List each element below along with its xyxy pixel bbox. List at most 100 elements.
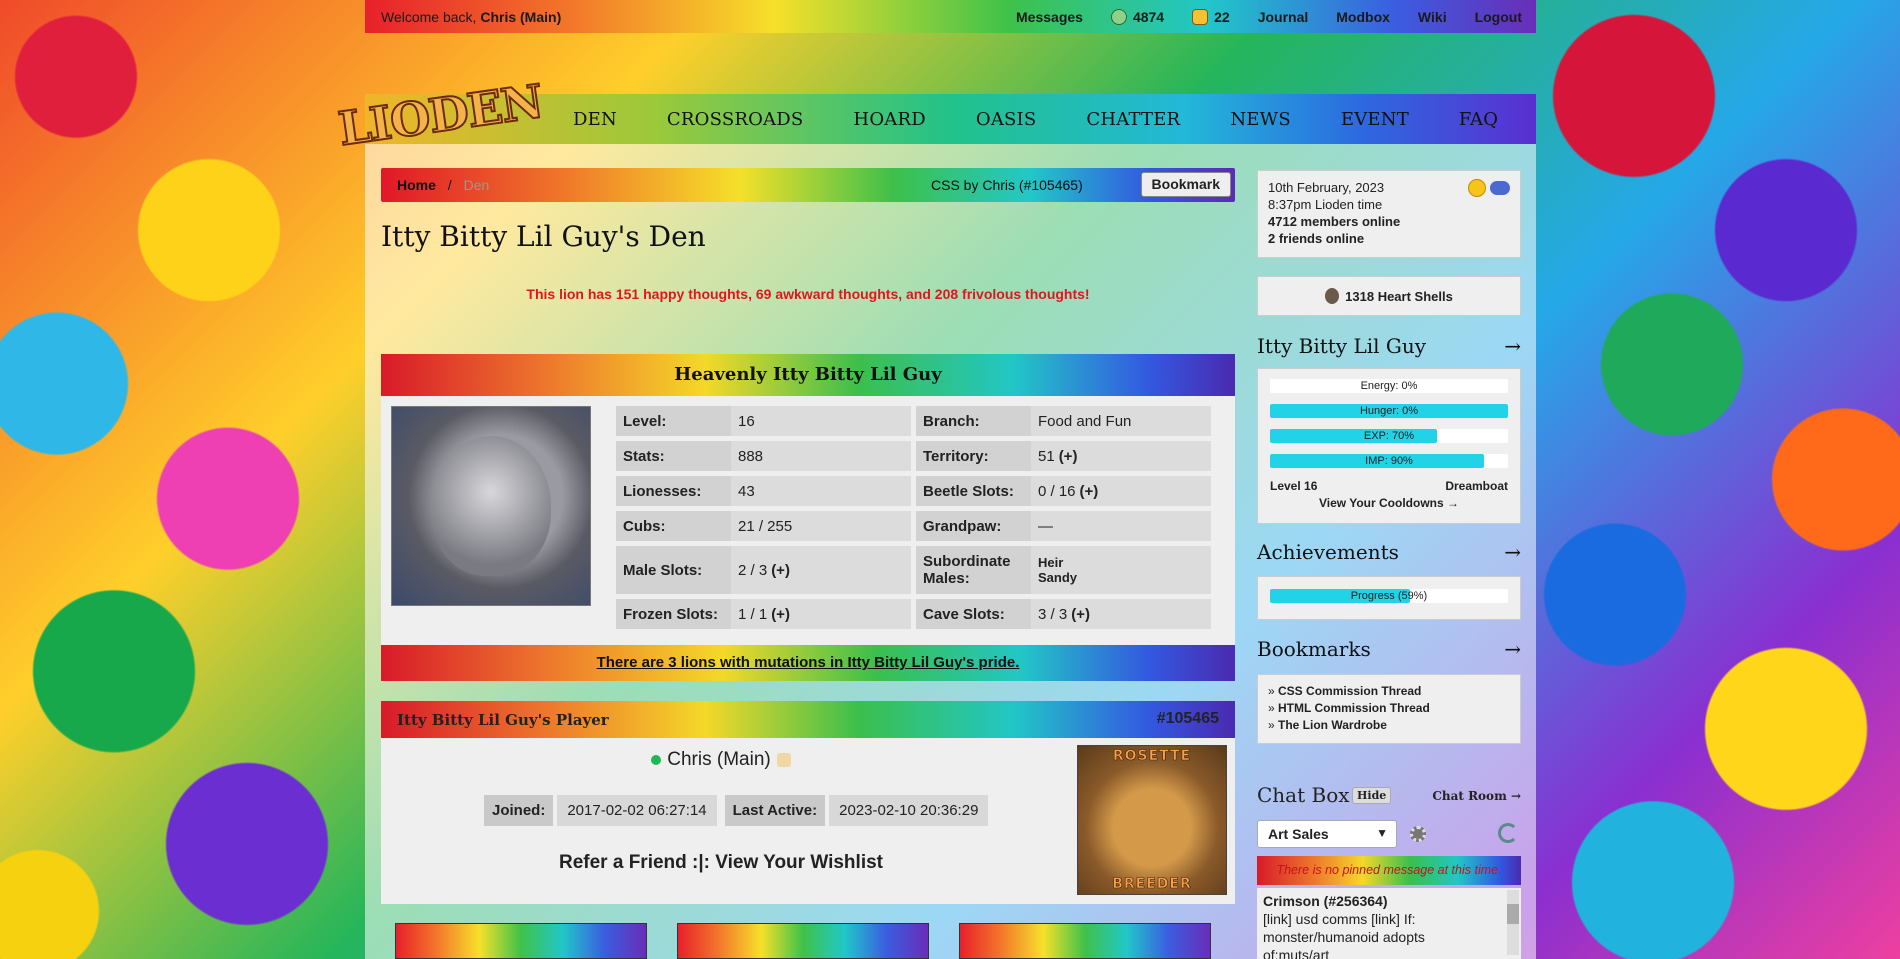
wiki-link[interactable]: Wiki (1418, 9, 1447, 25)
arrow-right-icon[interactable]: → (1504, 540, 1521, 564)
bookmark-button[interactable]: Bookmark (1140, 172, 1231, 197)
male-slots-plus-link[interactable]: (+) (771, 562, 790, 579)
stats-row: Frozen Slots: 1 / 1 (+) Cave Slots: 3 / 3 (+… (616, 599, 1216, 629)
refer-wishlist-links[interactable]: Refer a Friend :|: View Your Wishlist (381, 852, 1061, 874)
gear-icon[interactable] (1410, 826, 1426, 842)
currency-2[interactable]: 22 (1192, 8, 1230, 25)
currency-1[interactable]: 4874 (1110, 8, 1164, 25)
welcome-text: Welcome back, Chris (Main) (381, 9, 561, 25)
achievements-name[interactable]: Achievements (1257, 540, 1399, 564)
stat-lionesses: Lionesses: 43 (616, 476, 911, 506)
cooldowns-link[interactable]: View Your Cooldowns → (1270, 496, 1508, 510)
territory-value: 51 (1038, 447, 1055, 465)
rainbow-thumbnail[interactable] (959, 923, 1211, 959)
lion-section-name[interactable]: Itty Bitty Lil Guy (1257, 334, 1426, 358)
friends-online[interactable]: 2 friends online (1268, 231, 1364, 246)
nav-news[interactable]: NEWS (1230, 109, 1291, 130)
journal-link[interactable]: Journal (1258, 9, 1309, 25)
bookmark-item[interactable]: » CSS Commission Thread (1268, 683, 1510, 700)
pinned-message: There is no pinned message at this time. (1257, 856, 1521, 885)
stat-value: — (1038, 517, 1053, 535)
stat-label: Branch: (916, 406, 1031, 436)
top-bar: Welcome back, Chris (Main) Messages 4874… (365, 0, 1536, 33)
rainbow-thumbnail[interactable] (677, 923, 929, 959)
stats-row: Male Slots: 2 / 3 (+) Subordinate Males: He… (616, 546, 1216, 594)
heart-shells-box[interactable]: 1318 Heart Shells (1257, 276, 1521, 316)
modbox-link[interactable]: Modbox (1336, 9, 1390, 25)
trophy-icon (1192, 8, 1209, 25)
rainbow-thumbnail[interactable] (395, 923, 647, 959)
messages-link[interactable]: Messages (1016, 9, 1083, 25)
scrollbar-thumb[interactable] (1507, 904, 1519, 924)
bookmark-label[interactable]: CSS Commission Thread (1278, 684, 1421, 698)
lion-section-title: Itty Bitty Lil Guy → (1257, 334, 1521, 358)
nav-event[interactable]: EVENT (1341, 109, 1409, 130)
player-avatar[interactable]: ROSETTE BREEDER (1077, 745, 1227, 895)
frozen-slots-plus-link[interactable]: (+) (771, 606, 790, 623)
achievement-progress-bar: Progress (59%) (1270, 589, 1508, 603)
nav-hoard[interactable]: HOARD (853, 109, 925, 130)
bookmark-label[interactable]: The Lion Wardrobe (1278, 718, 1387, 732)
cake-icon (776, 752, 791, 767)
members-online[interactable]: 4712 members online (1268, 214, 1400, 229)
stat-value: 43 (738, 482, 755, 500)
stat-label: Cave Slots: (916, 599, 1031, 629)
bar-label: IMP: 90% (1365, 455, 1413, 467)
nav-crossroads[interactable]: CROSSROADS (667, 109, 804, 130)
bookmark-item[interactable]: » The Lion Wardrobe (1268, 717, 1510, 734)
arrow-right-icon[interactable]: → (1504, 637, 1521, 661)
bookmarks-box: » CSS Commission Thread » HTML Commissio… (1257, 674, 1521, 744)
stat-level: Level: 16 (616, 406, 911, 436)
chatbox-header: Chat Box Hide Chat Room → (1257, 783, 1521, 809)
bookmarks-title: Bookmarks → (1257, 637, 1521, 661)
player-header: Itty Bitty Lil Guy's Player #105465 (381, 701, 1235, 738)
chat-scrollbar[interactable] (1507, 890, 1519, 955)
stat-value: 51 (+) (1031, 441, 1211, 471)
nav-faq[interactable]: FAQ (1459, 109, 1498, 130)
nav-chatter[interactable]: CHATTER (1086, 109, 1180, 130)
stat-territory: Territory: 51 (+) (916, 441, 1211, 471)
bookmark-label[interactable]: HTML Commission Thread (1278, 701, 1430, 715)
chat-log: Crimson (#256364) [link] usd comms [link… (1257, 888, 1521, 959)
player-id[interactable]: #105465 (1157, 710, 1219, 728)
page-title: Itty Bitty Lil Guy's Den (381, 220, 706, 253)
bookmark-item[interactable]: » HTML Commission Thread (1268, 700, 1510, 717)
refresh-icon[interactable] (1498, 823, 1518, 843)
mutations-link[interactable]: There are 3 lions with mutations in Itty… (381, 645, 1235, 681)
site-logo[interactable]: LIODEN (334, 55, 546, 175)
chatbox-title: Chat Box (1257, 783, 1350, 807)
css-credit: CSS by Chris (#105465) (931, 177, 1083, 193)
logo-text: LIODEN (334, 73, 546, 157)
player-name[interactable]: Chris (Main) (667, 749, 770, 770)
subordinate-heir-link[interactable]: Heir (1038, 555, 1063, 570)
stat-label: Male Slots: (616, 546, 731, 594)
subordinate-sandy-link[interactable]: Sandy (1038, 570, 1077, 585)
stat-stats: Stats: 888 (616, 441, 911, 471)
stat-value[interactable]: Food and Fun (1031, 406, 1211, 436)
territory-plus-link[interactable]: (+) (1059, 448, 1078, 465)
player-card: Itty Bitty Lil Guy's Player #105465 Chri… (381, 701, 1235, 904)
nav-oasis[interactable]: OASIS (976, 109, 1037, 130)
beetle-plus-link[interactable]: (+) (1080, 483, 1099, 500)
stat-label: Lionesses: (616, 476, 731, 506)
chat-username[interactable]: Crimson (#256364) (1263, 893, 1388, 909)
bar-label: Progress (59%) (1350, 590, 1428, 602)
lion-face-image (431, 436, 551, 576)
cave-slots-plus-link[interactable]: (+) (1071, 606, 1090, 623)
breadcrumb-separator: / (447, 177, 452, 193)
nav-den[interactable]: DEN (573, 109, 617, 130)
stat-label: Territory: (916, 441, 1031, 471)
avatar-bottom-text: BREEDER (1112, 876, 1192, 893)
weather-icons (1468, 179, 1510, 197)
lion-portrait[interactable] (391, 406, 591, 606)
achievements-title: Achievements → (1257, 540, 1521, 564)
chat-room-link[interactable]: Chat Room → (1432, 789, 1521, 803)
breadcrumb-home[interactable]: Home (397, 177, 436, 193)
arrow-right-icon[interactable]: → (1504, 334, 1521, 358)
chatbox-hide-button[interactable]: Hide (1352, 787, 1392, 804)
stats-row: Level: 16 Branch: Food and Fun (616, 406, 1216, 436)
stat-frozen-slots: Frozen Slots: 1 / 1 (+) (616, 599, 911, 629)
welcome-username[interactable]: Chris (Main) (480, 9, 561, 25)
chat-channel-select[interactable]: Art Sales ▼ (1257, 820, 1397, 848)
logout-link[interactable]: Logout (1475, 9, 1522, 25)
